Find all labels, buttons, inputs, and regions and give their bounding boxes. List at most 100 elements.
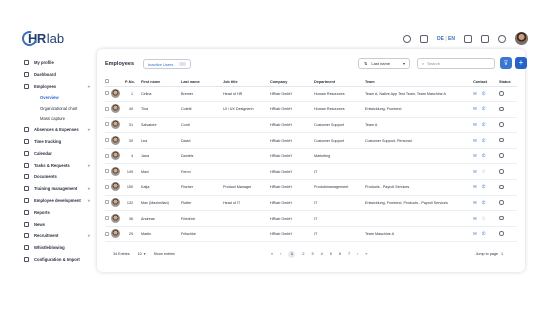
lang-en[interactable]: EN [448,36,455,42]
sidebar-item[interactable]: Tasks & Requests ˅ [24,159,94,171]
header-last-name[interactable]: Last name [181,78,223,87]
checkbox[interactable] [105,153,109,158]
phone-icon[interactable]: ✆ [482,231,486,236]
phone-icon[interactable]: ✆ [482,200,486,205]
header-company[interactable]: Company [270,78,314,87]
table-row[interactable]: 29 Martin Fritschke HRlab GmbH IT Team Maschi… [105,226,517,243]
table-row[interactable]: 30 Lea David HRlab GmbH Customer Support Cust… [105,132,517,149]
checkbox[interactable] [105,79,109,84]
avatar[interactable] [111,104,120,114]
printer-icon[interactable] [464,34,472,43]
avatar[interactable] [111,119,120,129]
table-row[interactable]: 149 Maxi Feron HRlab GmbH IT ✉ ✆ [105,163,517,181]
mail-icon[interactable]: ✉ [473,138,477,143]
lock-icon[interactable] [481,34,489,43]
filter-button[interactable]: ⊽ [500,57,512,69]
bell-icon[interactable] [498,34,506,43]
phone-icon[interactable]: ✆ [482,91,486,96]
chevron-up-icon[interactable]: ˄ [88,84,90,89]
checkbox[interactable] [105,138,109,143]
page-button[interactable]: 2 [302,252,304,256]
sidebar-item[interactable]: My profile [24,57,94,69]
toggle-switch-icon[interactable] [179,62,187,66]
sidebar-item[interactable]: Configuration & Import [24,254,94,266]
sidebar-item[interactable]: Training management ˅ [24,183,94,195]
checkbox[interactable] [105,200,109,205]
lang-de[interactable]: DE [437,36,444,42]
avatar[interactable] [111,213,120,223]
calendar-icon[interactable] [420,34,428,43]
chevron-down-icon[interactable]: ˅ [88,163,90,168]
page-button[interactable]: 3 [312,252,314,256]
rows-per-page-select[interactable]: 10 ▾ [138,252,146,256]
sidebar-item[interactable]: Documents [24,171,94,183]
mail-icon[interactable]: ✉ [473,169,477,174]
first-page-icon[interactable]: « [271,252,273,256]
mail-icon[interactable]: ✉ [473,184,477,189]
sidebar-item[interactable]: News [24,218,94,230]
header-team[interactable]: Team [365,78,473,87]
sidebar-item[interactable]: Time tracking [24,136,94,148]
language-switch[interactable]: DE | EN [437,36,455,42]
sort-select[interactable]: ⇅ Last name ▾ [358,58,410,69]
avatar[interactable] [111,135,120,145]
mail-icon[interactable]: ✉ [473,122,477,127]
phone-icon[interactable]: ✆ [482,153,486,158]
page-button[interactable]: 1 [288,250,296,258]
hrlab-logo[interactable]: HR lab [19,28,64,49]
table-row[interactable]: 36 Andreas Friedrich HRlab GmbH IT ✉ ✆ [105,210,517,227]
last-page-icon[interactable]: » [365,252,367,256]
sidebar-subitem[interactable]: Mass capture [24,113,94,124]
mail-icon[interactable]: ✉ [473,153,477,158]
table-row[interactable]: 132 Max (Maximilian) Flutter Head of IT HRla… [105,195,517,212]
sidebar-item[interactable]: Calendar [24,147,94,159]
avatar[interactable] [111,182,120,192]
header-first-name[interactable]: First name [141,78,181,87]
phone-icon[interactable]: ✆ [482,122,486,127]
sidebar-item[interactable]: Employee development ˅ [24,195,94,207]
sidebar-item[interactable]: Reports [24,206,94,218]
phone-icon[interactable]: ✆ [482,184,486,189]
checkbox[interactable] [105,231,109,236]
inactive-users-toggle[interactable]: Inactive Users [143,59,192,69]
sidebar-item[interactable]: Whistleblowing [24,242,94,254]
sidebar-item[interactable]: Absences & Expenses ˅ [24,124,94,136]
checkbox[interactable] [105,122,109,127]
mail-icon[interactable]: ✉ [473,106,477,111]
avatar[interactable] [111,197,120,207]
avatar[interactable] [111,88,120,98]
table-row[interactable]: 31 Salvatore Conti HRlab GmbH Customer Suppo… [105,117,517,134]
avatar[interactable] [111,166,120,176]
header-pno[interactable]: P-No. [125,78,141,87]
chevron-down-icon[interactable]: ˅ [88,198,90,203]
mail-icon[interactable]: ✉ [473,200,477,205]
help-icon[interactable] [403,34,411,43]
mail-icon[interactable]: ✉ [473,231,477,236]
mail-icon[interactable]: ✉ [473,91,477,96]
sidebar-subitem[interactable]: Overview [24,92,94,103]
chevron-down-icon[interactable]: ˅ [88,233,90,238]
jump-input[interactable]: 1 [501,252,503,256]
table-row[interactable]: 1 Celina Bremer Head of HR HRlab GmbH Human R… [105,86,517,103]
mail-icon[interactable]: ✉ [473,216,477,221]
sidebar-item[interactable]: Employees ˄ [24,81,94,93]
chevron-down-icon[interactable]: ˅ [88,127,90,132]
sidebar-item[interactable]: Dashboard [24,69,94,81]
table-row[interactable]: 4 Jana Daniels HRlab GmbH Marketing ✉ ✆ [105,148,517,165]
page-button[interactable]: 6 [339,252,341,256]
avatar[interactable] [111,151,120,161]
checkbox[interactable] [105,91,109,96]
sidebar-subitem[interactable]: Organizational chart [24,103,94,114]
next-page-icon[interactable]: › [357,252,358,256]
header-job-title[interactable]: Job title [223,78,270,87]
search-input[interactable]: ⌕ Search [417,58,495,69]
header-department[interactable]: Department [314,78,365,87]
checkbox[interactable] [105,184,109,189]
page-button[interactable]: 4 [321,252,323,256]
prev-page-icon[interactable]: ‹ [280,252,281,256]
table-row[interactable]: 150 Katja Fischer Product Manager HRlab GmbH… [105,179,517,196]
chevron-down-icon[interactable]: ˅ [88,186,90,191]
checkbox[interactable] [105,106,109,111]
checkbox[interactable] [105,169,109,174]
checkbox[interactable] [105,216,109,221]
